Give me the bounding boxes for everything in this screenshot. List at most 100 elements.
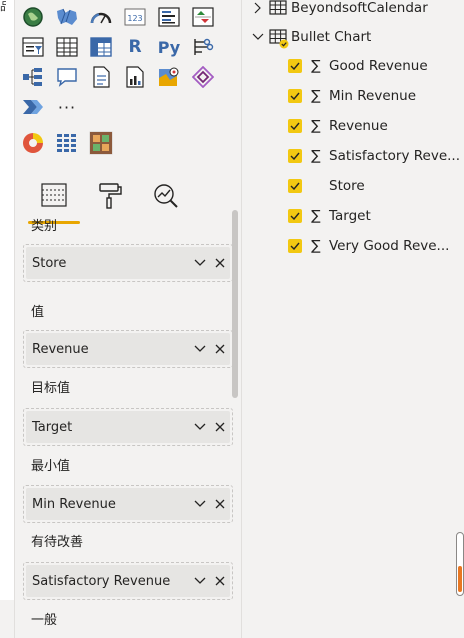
field-pill[interactable]: Store	[26, 247, 230, 279]
well-label-category: 类别	[31, 219, 58, 234]
matrix-icon[interactable]	[89, 35, 113, 59]
fields-scrollbar-thumb[interactable]	[458, 566, 462, 592]
checkbox-checked[interactable]	[288, 59, 302, 73]
report-canvas-edge: 品	[0, 0, 14, 600]
python-visual-label: Py	[157, 37, 181, 57]
card-icon[interactable]: 123	[123, 5, 147, 29]
gauge-icon[interactable]	[89, 5, 113, 29]
chevron-down-icon[interactable]	[190, 494, 210, 514]
remove-field-icon[interactable]	[210, 417, 230, 437]
visual-gallery-row: R Py	[21, 32, 237, 62]
format-tab[interactable]	[89, 182, 131, 222]
custom-grid-icon[interactable]	[55, 131, 79, 155]
field-pill[interactable]: Revenue	[26, 333, 230, 365]
well-minimum-dropzone[interactable]: Min Revenue	[23, 485, 233, 523]
key-influencers-icon[interactable]	[191, 35, 215, 59]
chevron-down-icon[interactable]	[251, 30, 265, 44]
power-apps-icon[interactable]	[191, 65, 215, 89]
decomposition-tree-icon[interactable]	[21, 65, 45, 89]
checkbox-checked[interactable]	[288, 89, 302, 103]
custom-visuals-row	[21, 128, 123, 158]
visual-gallery-row	[21, 62, 237, 92]
fields-tab[interactable]	[28, 182, 80, 224]
table-icon	[269, 29, 289, 49]
checkbox-checked[interactable]	[288, 179, 302, 193]
checkbox-checked[interactable]	[288, 119, 302, 133]
visualizations-pane: 123 R Py ··· 类别 Store 值 Revenue 目标值 Targ…	[14, 0, 242, 638]
more-visuals-icon[interactable]: ···	[55, 95, 79, 119]
visual-gallery-row: ···	[21, 92, 237, 122]
well-label-average: 一般	[31, 613, 58, 628]
table-icon	[269, 0, 287, 16]
python-visual-icon[interactable]: Py	[157, 35, 181, 59]
chevron-down-icon[interactable]	[190, 253, 210, 273]
more-visuals-label: ···	[57, 97, 77, 117]
well-value-dropzone[interactable]: Revenue	[23, 330, 233, 368]
slicer-icon[interactable]	[21, 35, 45, 59]
sigma-icon: ∑	[311, 208, 321, 224]
field-pill[interactable]: Target	[26, 411, 230, 443]
checkbox-checked[interactable]	[288, 239, 302, 253]
field-name: Good Revenue	[329, 58, 428, 74]
custom-bullet-chart-icon[interactable]	[89, 131, 113, 155]
smart-narrative-icon[interactable]	[89, 65, 113, 89]
kpi-icon[interactable]	[191, 5, 215, 29]
field-item[interactable]: ∑ Satisfactory Reve...	[288, 144, 460, 168]
power-bi-pane-root: 品 123 R Py ··· 类别 Store 值 Revenue 目标值 Ta…	[0, 0, 464, 638]
sigma-icon: ∑	[311, 148, 321, 164]
field-item[interactable]: ∑ Min Revenue	[288, 84, 416, 108]
remove-field-icon[interactable]	[210, 339, 230, 359]
chevron-down-icon[interactable]	[190, 571, 210, 591]
field-item[interactable]: ∑ Target	[288, 204, 371, 228]
table-icon[interactable]	[55, 35, 79, 59]
svg-text:123: 123	[127, 14, 142, 23]
fields-well-icon	[41, 183, 67, 207]
paint-roller-icon	[99, 183, 122, 209]
remove-field-icon[interactable]	[210, 571, 230, 591]
table-node-calendar[interactable]: BeyondsoftCalendar	[243, 0, 428, 20]
field-pill[interactable]: Min Revenue	[26, 488, 230, 520]
checkbox-checked[interactable]	[288, 209, 302, 223]
custom-donut-icon[interactable]	[21, 131, 45, 155]
field-item[interactable]: ∑ Very Good Reve...	[288, 234, 449, 258]
field-name: Min Revenue	[329, 88, 417, 104]
field-item[interactable]: ∑ Revenue	[288, 114, 388, 138]
field-pill-name: Min Revenue	[32, 496, 116, 512]
visualizations-scrollbar[interactable]	[232, 210, 238, 398]
chevron-down-icon[interactable]	[190, 417, 210, 437]
chevron-right-icon[interactable]	[251, 1, 265, 15]
r-visual-icon[interactable]: R	[123, 35, 147, 59]
field-name: Very Good Reve...	[329, 238, 450, 254]
field-pill-name: Satisfactory Revenue	[32, 573, 171, 589]
analytics-magnifier-icon	[154, 184, 178, 208]
sigma-icon: ∑	[311, 58, 321, 74]
well-target-dropzone[interactable]: Target	[23, 408, 233, 446]
globe-map-icon[interactable]	[21, 5, 45, 29]
remove-field-icon[interactable]	[210, 494, 230, 514]
field-name: Satisfactory Reve...	[329, 148, 460, 164]
sigma-icon: ∑	[311, 118, 321, 134]
field-item[interactable]: Store	[288, 174, 365, 198]
well-label-target: 目标值	[31, 381, 71, 396]
visual-gallery-row: 123	[21, 2, 237, 32]
sigma-icon: ∑	[311, 238, 321, 254]
well-category-dropzone[interactable]: Store	[23, 244, 233, 282]
chevron-down-icon[interactable]	[190, 339, 210, 359]
table-node-bullet-chart[interactable]: Bullet Chart	[243, 25, 371, 49]
filled-map-icon[interactable]	[55, 5, 79, 29]
field-item[interactable]: ∑ Good Revenue	[288, 54, 428, 78]
field-name: Revenue	[329, 118, 388, 134]
qa-icon[interactable]	[55, 65, 79, 89]
visual-pane-tabs	[28, 168, 201, 224]
well-needs-improvement-dropzone[interactable]: Satisfactory Revenue	[23, 562, 233, 600]
paginated-report-icon[interactable]	[123, 65, 147, 89]
field-pill[interactable]: Satisfactory Revenue	[26, 565, 230, 597]
checkbox-checked[interactable]	[288, 149, 302, 163]
field-pill-name: Revenue	[32, 341, 89, 357]
remove-field-icon[interactable]	[210, 253, 230, 273]
azure-map-icon[interactable]	[157, 65, 181, 89]
power-automate-icon[interactable]	[21, 95, 45, 119]
multi-row-card-icon[interactable]	[157, 5, 181, 29]
analytics-tab[interactable]	[145, 182, 187, 222]
well-label-minimum: 最小值	[31, 459, 71, 474]
